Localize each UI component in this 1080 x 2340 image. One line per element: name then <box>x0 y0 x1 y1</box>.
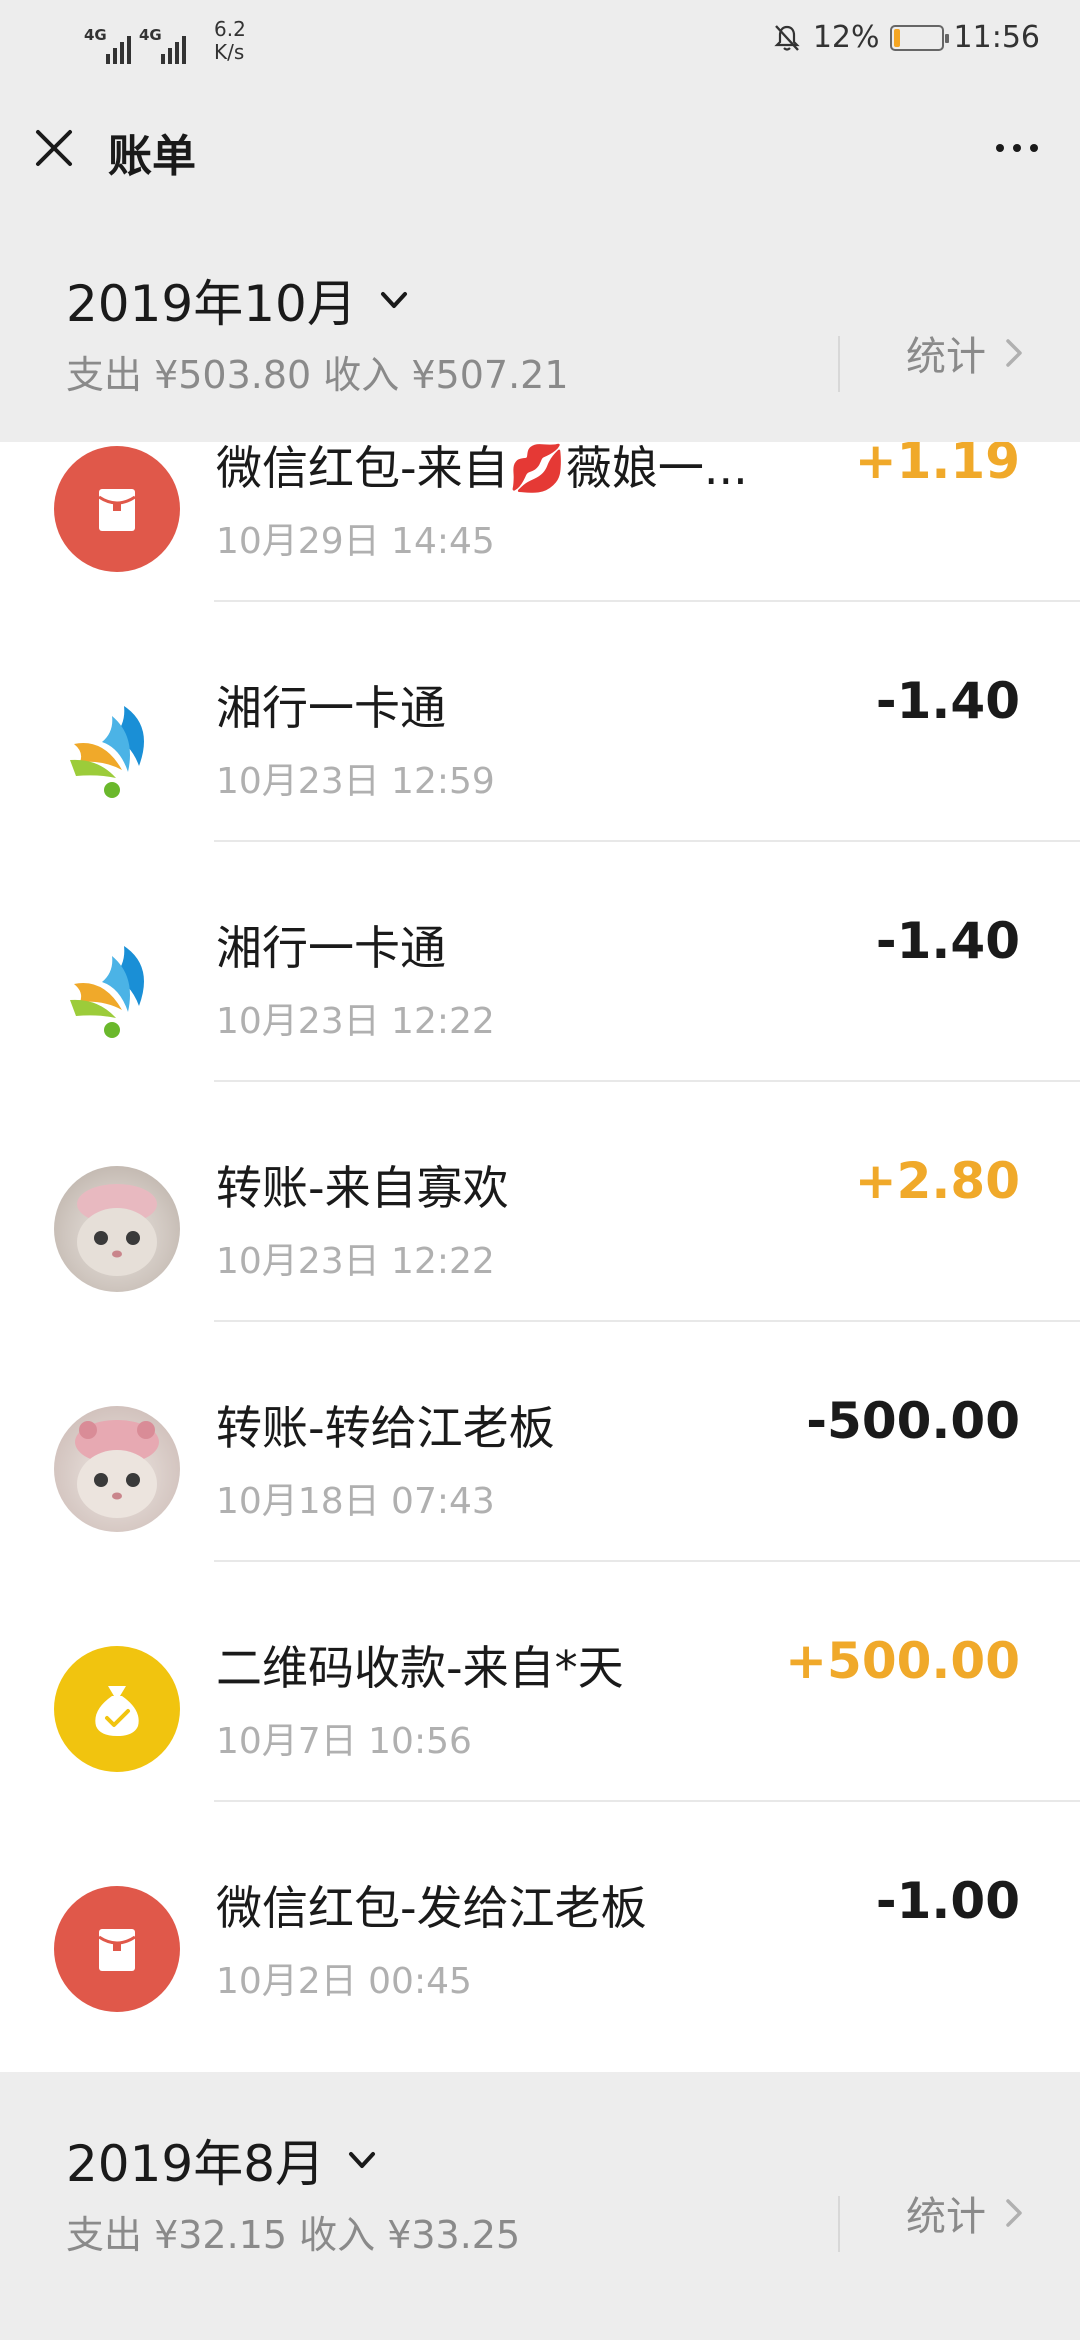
divider <box>838 336 840 392</box>
xiangxing-logo-icon <box>54 686 180 812</box>
transaction-amount: +2.80 <box>854 1152 1020 1210</box>
more-button[interactable] <box>984 122 1050 174</box>
transaction-title: 微信红包-来自💋薇娘一... <box>216 442 748 495</box>
transaction-amount: +500.00 <box>785 1632 1020 1690</box>
transaction-time: 10月18日 07:43 <box>216 1481 495 1522</box>
battery-percent: 12% <box>812 20 880 55</box>
red-packet-icon <box>54 446 180 572</box>
transaction-amount: -1.40 <box>875 912 1020 970</box>
transaction-amount: -500.00 <box>806 1392 1020 1450</box>
xiangxing-logo-icon <box>54 926 180 1052</box>
chevron-down-icon <box>349 2152 376 2168</box>
transaction-title: 转账-来自寡欢 <box>216 1161 509 1215</box>
stats-button[interactable]: 统计 <box>906 2184 1024 2242</box>
transaction-time: 10月23日 12:59 <box>216 761 495 802</box>
more-dots-icon <box>996 144 1004 152</box>
stats-button[interactable]: 统计 <box>906 324 1024 382</box>
transaction-amount: -1.00 <box>875 1872 1020 1930</box>
month-selector[interactable]: 2019年8月 <box>66 2124 379 2196</box>
month-selector[interactable]: 2019年10月 <box>66 264 411 336</box>
status-bar: 4G 4G 6.2 K/s 12% 11:56 <box>0 0 1080 90</box>
network-type-label: 4G <box>84 26 107 44</box>
stats-label: 统计 <box>906 2194 986 2240</box>
transaction-list: 微信红包-来自💋薇娘一... 10月29日 14:45 +1.19 湘行一卡通 … <box>0 442 1080 2072</box>
transaction-row[interactable]: 微信红包-发给江老板 10月2日 00:45 -1.00 <box>0 1802 1080 2042</box>
money-bag-icon <box>54 1646 180 1772</box>
transaction-title: 湘行一卡通 <box>216 921 446 975</box>
signal-icon: 4G <box>84 24 131 64</box>
transaction-time: 10月23日 12:22 <box>216 1001 495 1042</box>
page-title: 账单 <box>108 131 196 182</box>
signal-icon-2: 4G <box>139 24 186 64</box>
close-button[interactable] <box>28 122 80 174</box>
status-left: 4G 4G 6.2 K/s <box>84 18 246 64</box>
cat-avatar <box>54 1406 180 1532</box>
transaction-time: 10月29日 14:45 <box>216 521 495 562</box>
transaction-amount: +1.19 <box>854 442 1020 490</box>
transaction-row[interactable]: 湘行一卡通 10月23日 12:22 -1.40 <box>0 842 1080 1082</box>
network-speed: 6.2 K/s <box>214 18 246 64</box>
transaction-title: 二维码收款-来自*天 <box>216 1641 624 1695</box>
month-title: 2019年10月 <box>66 275 357 333</box>
transaction-row[interactable]: 转账-来自寡欢 10月23日 12:22 +2.80 <box>0 1082 1080 1322</box>
transaction-title: 微信红包-发给江老板 <box>216 1881 647 1935</box>
month-header: 2019年8月 支出 ¥32.15 收入 ¥33.25 统计 <box>0 2072 1080 2340</box>
battery-icon <box>889 24 949 51</box>
transaction-title: 湘行一卡通 <box>216 681 446 735</box>
transaction-row[interactable]: 微信红包-来自💋薇娘一... 10月29日 14:45 +1.19 <box>0 442 1080 602</box>
month-title: 2019年8月 <box>66 2135 326 2193</box>
transaction-amount: -1.40 <box>875 672 1020 730</box>
month-header: 2019年10月 支出 ¥503.80 收入 ¥507.21 统计 <box>0 212 1080 442</box>
red-packet-icon <box>54 1886 180 2012</box>
stats-label: 统计 <box>906 334 986 380</box>
transaction-title: 转账-转给江老板 <box>216 1401 555 1455</box>
transaction-time: 10月23日 12:22 <box>216 1241 495 1282</box>
month-summary: 支出 ¥503.80 收入 ¥507.21 <box>66 353 569 397</box>
network-speed-value: 6.2 <box>214 17 246 41</box>
chevron-right-icon <box>1006 339 1022 367</box>
bell-muted-icon <box>774 24 800 51</box>
network-speed-unit: K/s <box>214 40 245 64</box>
cat-avatar <box>54 1166 180 1292</box>
chevron-down-icon <box>380 292 407 308</box>
clock: 11:56 <box>953 20 1040 55</box>
network-type-label-2: 4G <box>139 26 162 44</box>
nav-bar: 账单 <box>0 90 1080 212</box>
transaction-row[interactable]: 二维码收款-来自*天 10月7日 10:56 +500.00 <box>0 1562 1080 1802</box>
status-right: 12% 11:56 <box>771 20 1040 55</box>
transaction-time: 10月7日 10:56 <box>216 1721 472 1762</box>
month-summary: 支出 ¥32.15 收入 ¥33.25 <box>66 2213 521 2257</box>
transaction-row[interactable]: 转账-转给江老板 10月18日 07:43 -500.00 <box>0 1322 1080 1562</box>
transaction-row[interactable]: 湘行一卡通 10月23日 12:59 -1.40 <box>0 602 1080 842</box>
transaction-time: 10月2日 00:45 <box>216 1961 472 2002</box>
close-icon <box>36 130 72 166</box>
divider <box>838 2196 840 2252</box>
chevron-right-icon <box>1006 2199 1022 2227</box>
